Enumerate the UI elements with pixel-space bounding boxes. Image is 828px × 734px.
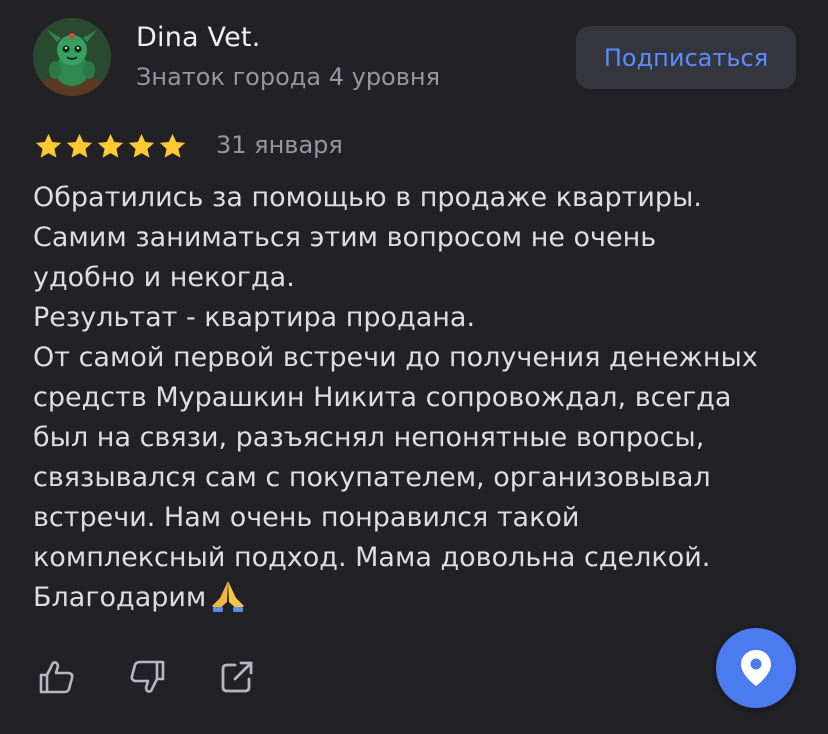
review-text-line: От самой первой встречи до получения ден… [33, 342, 758, 373]
star-icon [64, 131, 95, 162]
creature-figurine-avatar-icon [33, 18, 111, 96]
review-text-line: был на связи, разъяснял непонятные вопро… [33, 422, 705, 453]
star-icon [33, 131, 64, 162]
star-icon [126, 131, 157, 162]
map-pin-icon [741, 650, 771, 686]
like-button[interactable] [33, 654, 79, 700]
folded-hands-icon [208, 578, 248, 612]
share-icon [221, 661, 253, 693]
author-level: Знаток города 4 уровня [136, 63, 441, 91]
review-text: Обратились за помощью в продаже квартиры… [33, 178, 813, 618]
rating-stars [33, 130, 188, 162]
review-text-line: Результат - квартира продана. [33, 302, 476, 333]
review-text-line: встречи. Нам очень понравился такой [33, 502, 580, 533]
review-text-line: Обратились за помощью в продаже квартиры… [33, 182, 702, 213]
review-text-line: связывался сам с покупателем, организовы… [33, 462, 711, 493]
map-fab-button[interactable] [716, 628, 796, 708]
dislike-button[interactable] [125, 654, 171, 700]
thumbs-up-icon [39, 661, 74, 694]
review-text-line: Самим заниматься этим вопросом не очень [33, 222, 657, 253]
review-text-line: Благодарим [33, 578, 813, 618]
review-date: 31 января [216, 131, 343, 159]
thumbs-down-icon [130, 660, 165, 693]
share-button[interactable] [214, 654, 260, 700]
star-icon [157, 131, 188, 162]
author-name[interactable]: Dina Vet. [136, 22, 261, 53]
review-text-line: средств Мурашкин Никита сопровождал, все… [33, 382, 732, 413]
subscribe-button[interactable]: Подписаться [576, 26, 796, 89]
stars-container [33, 131, 188, 162]
review-text-line: комплексный подход. Мама довольна сделко… [33, 542, 711, 573]
star-icon [95, 131, 126, 162]
review-text-line: удобно и некогда. [33, 262, 295, 293]
author-avatar[interactable] [33, 18, 111, 96]
review-card: Dina Vet. Знаток города 4 уровня Подписа… [0, 0, 828, 734]
